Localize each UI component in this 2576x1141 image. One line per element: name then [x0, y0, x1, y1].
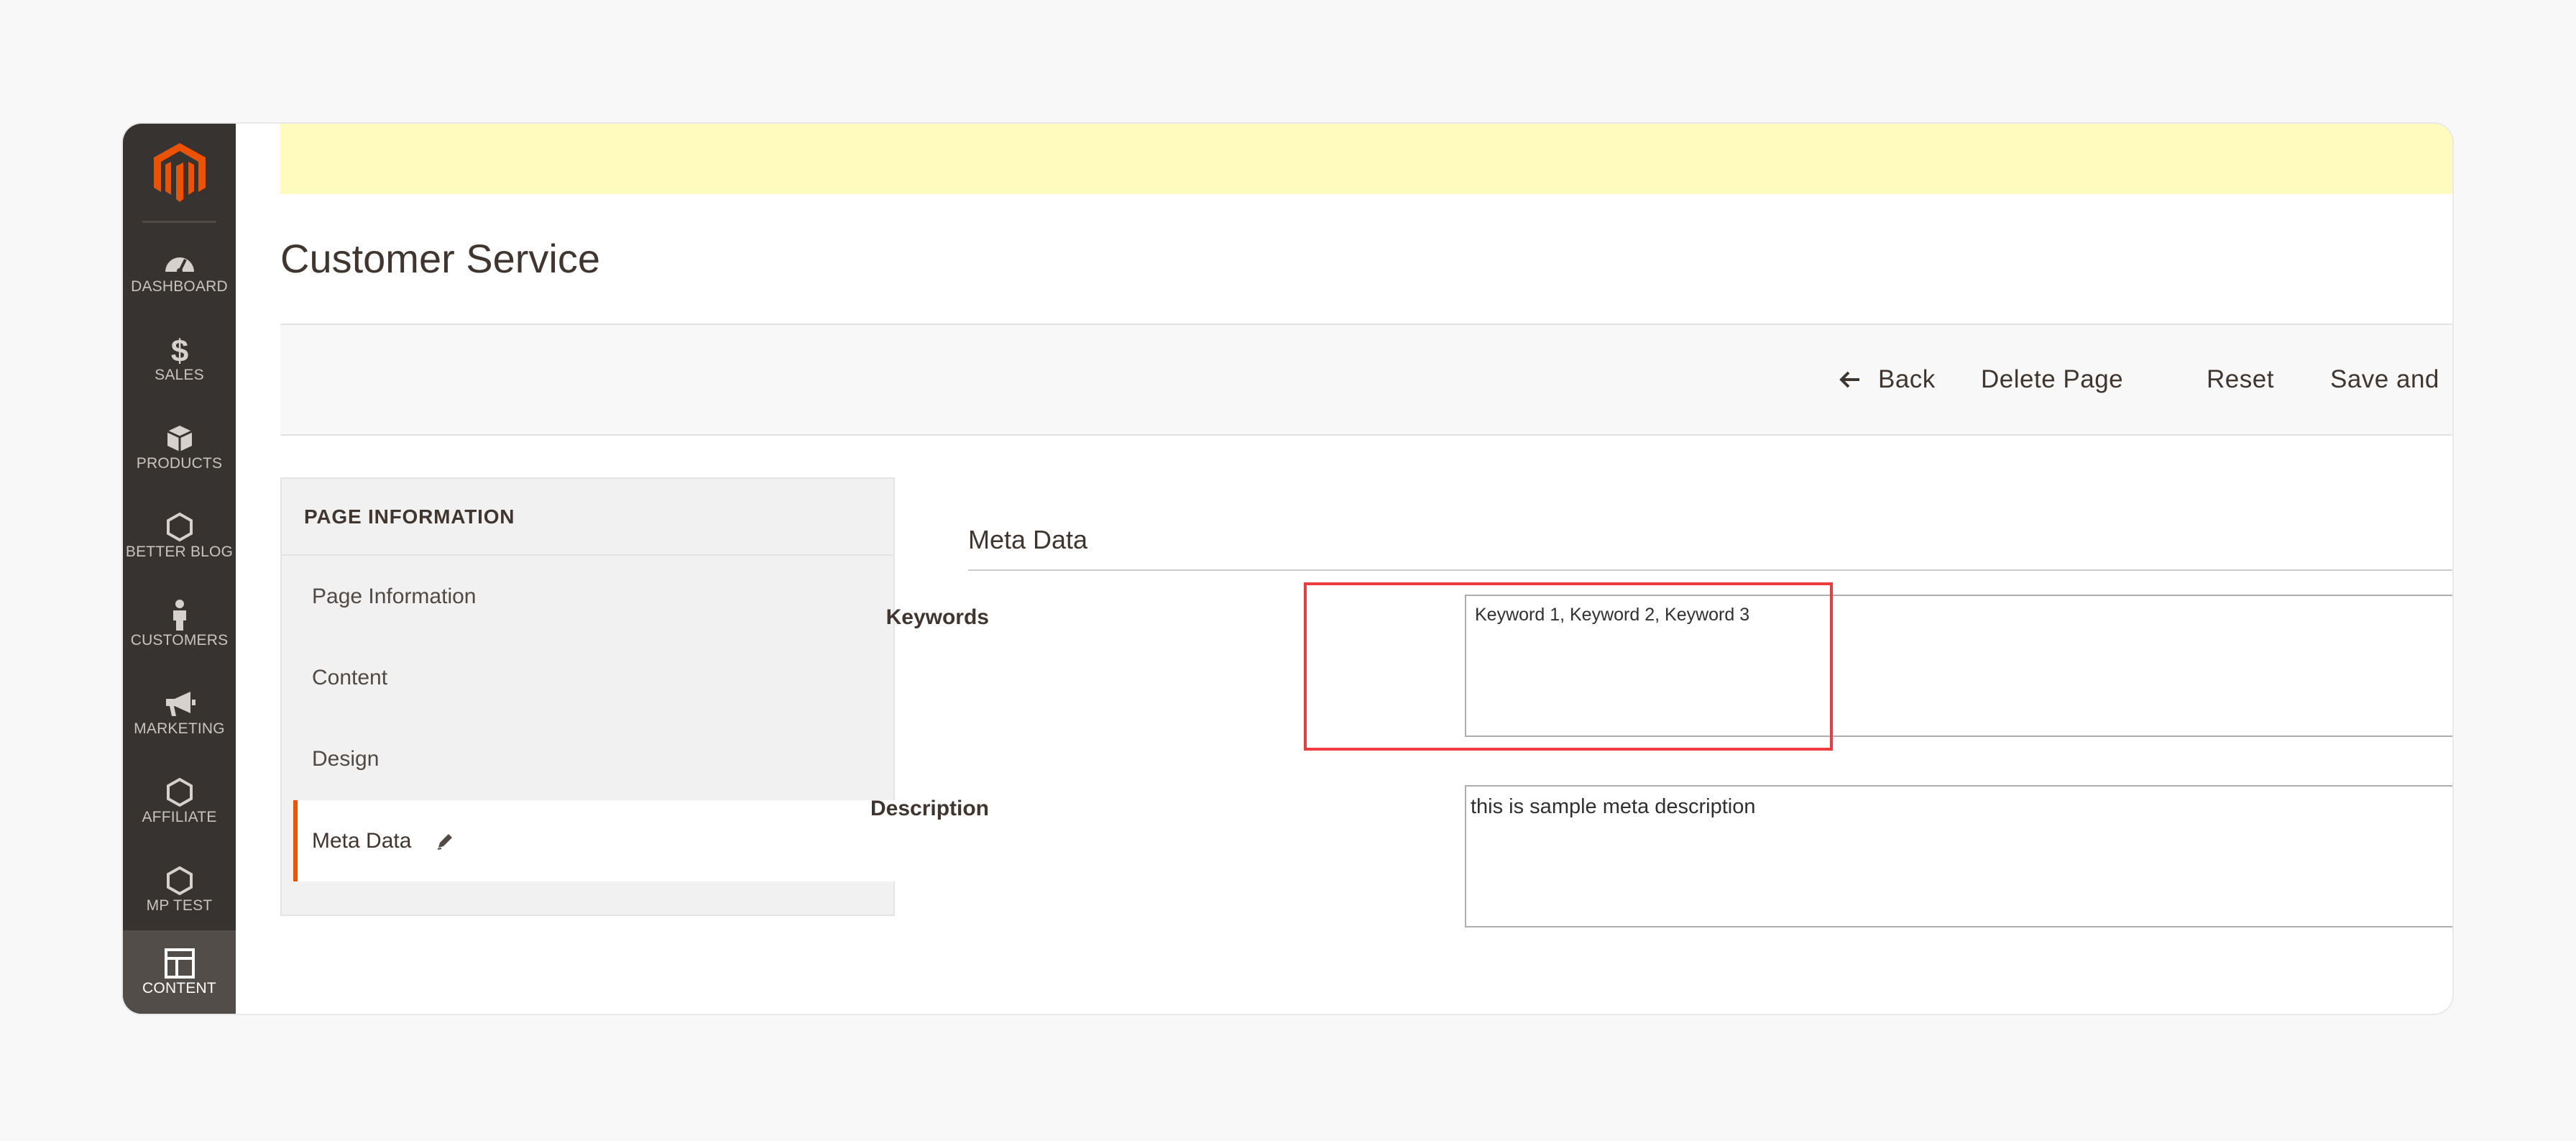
dashboard-gauge-icon — [163, 245, 196, 278]
sidebar-item-label: CONTENT — [142, 980, 216, 996]
sidebar-item-label: MP TEST — [146, 897, 213, 914]
svg-text:$: $ — [170, 334, 188, 366]
hexagon-icon — [166, 864, 193, 897]
description-textarea[interactable]: this is sample meta description — [1465, 785, 2452, 927]
magento-logo[interactable] — [123, 124, 236, 221]
box-icon — [166, 422, 193, 455]
sidebar-item-mp-test[interactable]: MP TEST — [123, 845, 236, 933]
sidebar-item-label: BETTER BLOG — [125, 543, 234, 560]
sidebar-item-products[interactable]: PRODUCTS — [123, 403, 236, 491]
logo-divider — [142, 221, 216, 223]
pencil-edit-icon — [436, 832, 454, 851]
sidebar-item-dashboard[interactable]: DASHBOARD — [123, 226, 236, 314]
sidebar-item-label: DASHBOARD — [131, 278, 228, 295]
tabs-group-title[interactable]: PAGE INFORMATION — [282, 479, 893, 556]
sidebar-item-content[interactable]: CONTENT — [123, 930, 236, 1014]
main-content: Customer Service Back Delete Page Reset … — [236, 124, 2452, 1014]
tab-content[interactable]: Content — [282, 637, 893, 718]
page-tabs-panel: PAGE INFORMATION Page Information Conten… — [280, 477, 895, 916]
dollar-icon: $ — [169, 334, 190, 367]
sidebar-item-affiliate[interactable]: AFFILIATE — [123, 756, 236, 845]
save-and-continue-button[interactable]: Save and — [2330, 365, 2439, 394]
system-notice-bar — [280, 124, 2452, 194]
hexagon-icon — [166, 510, 193, 544]
tab-design[interactable]: Design — [282, 718, 893, 799]
admin-sidebar: DASHBOARD $ SALES PRODUCTS BETTER BLOG C… — [123, 124, 236, 1014]
sidebar-item-marketing[interactable]: MARKETING — [123, 668, 236, 756]
arrow-left-icon — [1839, 370, 1861, 389]
keywords-textarea[interactable]: Keyword 1, Keyword 2, Keyword 3 — [1465, 595, 2452, 737]
tab-page-information[interactable]: Page Information — [282, 556, 893, 637]
meta-data-section-title: Meta Data — [968, 525, 1088, 554]
back-button[interactable]: Back — [1839, 365, 1936, 394]
sidebar-item-label: CUSTOMERS — [130, 631, 229, 649]
sidebar-item-sales[interactable]: $ SALES — [123, 314, 236, 403]
tab-meta-data[interactable]: Meta Data — [293, 800, 895, 881]
sidebar-item-label: SALES — [155, 366, 204, 383]
back-button-label: Back — [1878, 365, 1936, 393]
keywords-label: Keywords — [886, 605, 989, 629]
page-title: Customer Service — [280, 236, 601, 281]
admin-window: DASHBOARD $ SALES PRODUCTS BETTER BLOG C… — [123, 124, 2452, 1014]
sidebar-item-label: MARKETING — [134, 720, 225, 737]
sidebar-item-customers[interactable]: CUSTOMERS — [123, 579, 236, 668]
sidebar-item-label: PRODUCTS — [136, 454, 223, 472]
magento-logo-icon — [153, 142, 206, 202]
sidebar-item-label: AFFILIATE — [142, 808, 217, 825]
layout-icon — [164, 947, 196, 980]
reset-button[interactable]: Reset — [2207, 365, 2274, 394]
hexagon-icon — [166, 776, 193, 809]
description-label: Description — [870, 797, 989, 820]
sidebar-item-better-blog[interactable]: BETTER BLOG — [123, 491, 236, 579]
page-actions-toolbar: Back Delete Page Reset Save and — [280, 324, 2452, 436]
tab-meta-data-label: Meta Data — [312, 828, 412, 853]
delete-page-button[interactable]: Delete Page — [1981, 365, 2123, 394]
section-divider — [968, 569, 2452, 571]
person-icon — [170, 599, 189, 632]
megaphone-icon — [163, 687, 196, 720]
